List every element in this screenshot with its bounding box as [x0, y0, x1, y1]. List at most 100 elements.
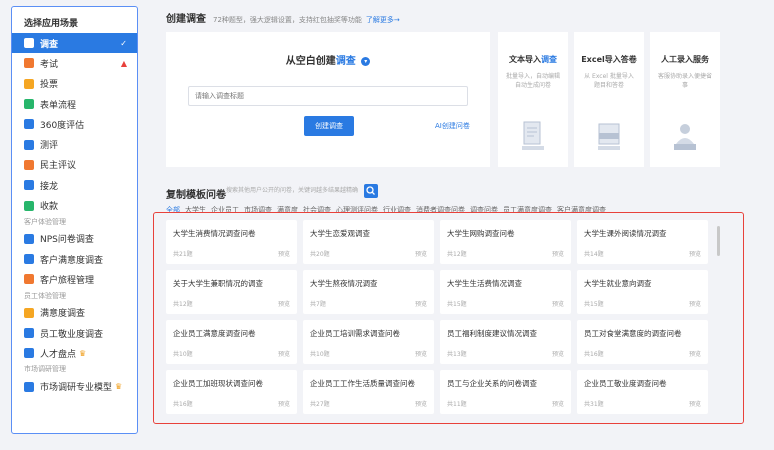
sidebar-item-label: 员工敬业度调查 [40, 329, 104, 340]
template-question-count: 共15题 [447, 301, 467, 308]
template-card[interactable]: 大学生恋爱观调查 共20题 预览 [303, 220, 434, 264]
text-import-title: 文本导入调查 [498, 54, 568, 65]
template-card[interactable]: 大学生熬夜情况调查 共7题 预览 [303, 270, 434, 314]
sidebar-item-customer-1[interactable]: 客户满意度调查 [12, 249, 137, 269]
template-tag[interactable]: 员工满意度调查 [503, 206, 552, 214]
template-card[interactable]: 企业员工满意度调查问卷 共10题 预览 [166, 320, 297, 364]
template-preview-link[interactable]: 预览 [689, 399, 701, 408]
template-name: 大学生熬夜情况调查 [310, 279, 378, 288]
template-tag[interactable]: 市场调查 [244, 206, 272, 214]
template-card[interactable]: 大学生就业意向调查 共15题 预览 [577, 270, 708, 314]
excel-import-card[interactable]: Excel导入答卷 从 Excel 批量导入题目和答卷 [574, 32, 644, 167]
sidebar-item-market-0[interactable]: 市场调研专业模型 ♛ [12, 376, 137, 396]
sidebar-item-main-2[interactable]: 投票 [12, 74, 137, 94]
sidebar-item-main-0[interactable]: 调查 ✓ [12, 33, 137, 54]
template-name: 员工福利制度建议情况调查 [447, 329, 537, 338]
template-tag[interactable]: 调查问卷 [470, 206, 498, 214]
template-tag[interactable]: 企业员工 [211, 206, 239, 214]
template-question-count: 共15题 [584, 301, 604, 308]
sidebar-item-label: 调查 [40, 39, 59, 50]
template-question-count: 共14题 [584, 251, 604, 258]
learn-more-link[interactable]: 了解更多→ [366, 15, 400, 25]
template-card[interactable]: 员工福利制度建议情况调查 共13题 预览 [440, 320, 571, 364]
template-name: 大学生恋爱观调查 [310, 229, 370, 238]
template-tag[interactable]: 社会调查 [303, 206, 331, 214]
template-preview-link[interactable]: 预览 [415, 299, 427, 308]
chevron-down-icon[interactable]: ▾ [361, 56, 371, 66]
template-preview-link[interactable]: 预览 [552, 249, 564, 258]
template-preview-link[interactable]: 预览 [689, 349, 701, 358]
sidebar-item-main-5[interactable]: 测评 [12, 134, 137, 154]
sidebar-item-label: 客户旅程管理 [40, 275, 95, 286]
manual-entry-title-text: 人工录入服务 [661, 55, 709, 64]
sidebar-item-label: 360度评估 [40, 120, 85, 131]
template-preview-link[interactable]: 预览 [278, 249, 290, 258]
template-preview-link[interactable]: 预览 [689, 249, 701, 258]
template-scrollbar[interactable] [716, 220, 721, 430]
exam-icon [24, 58, 34, 69]
template-name: 企业员工工作生活质量调查问卷 [310, 379, 415, 388]
template-preview-link[interactable]: 预览 [278, 399, 290, 408]
sidebar-item-main-7[interactable]: 接龙 [12, 175, 137, 195]
template-tag[interactable]: 客户满意度调查 [557, 206, 606, 214]
sidebar-item-employee-2[interactable]: 人才盘点 ♛ [12, 343, 137, 363]
template-search-button[interactable] [364, 184, 378, 198]
template-card[interactable]: 大学生课外阅读情况调查 共14题 预览 [577, 220, 708, 264]
template-card[interactable]: 企业员工工作生活质量调查问卷 共27题 预览 [303, 370, 434, 414]
template-tag[interactable]: 满意度 [277, 206, 298, 214]
template-card[interactable]: 员工与企业关系的问卷调查 共11题 预览 [440, 370, 571, 414]
sidebar-item-main-8[interactable]: 收款 [12, 195, 137, 215]
template-preview-link[interactable]: 预览 [415, 349, 427, 358]
template-preview-link[interactable]: 预览 [689, 299, 701, 308]
check-icon: ✓ [120, 38, 127, 48]
template-tag[interactable]: 大学生 [185, 206, 206, 214]
template-card[interactable]: 企业员工培训需求调查问卷 共10题 预览 [303, 320, 434, 364]
template-question-count: 共13题 [447, 351, 467, 358]
manual-entry-card[interactable]: 人工录入服务 客服协助录入便捷省事 [650, 32, 720, 167]
sidebar-item-employee-1[interactable]: 员工敬业度调查 [12, 323, 137, 343]
text-import-icon [522, 121, 544, 150]
template-preview-link[interactable]: 预览 [415, 399, 427, 408]
sidebar-group-market: 市场调研管理 [24, 365, 66, 374]
template-preview-link[interactable]: 预览 [552, 399, 564, 408]
template-preview-link[interactable]: 预览 [415, 249, 427, 258]
template-preview-link[interactable]: 预览 [552, 299, 564, 308]
template-card[interactable]: 关于大学生兼职情况的调查 共12题 预览 [166, 270, 297, 314]
sidebar-item-main-6[interactable]: 民主评议 [12, 155, 137, 175]
sidebar-item-employee-0[interactable]: 满意度调查 [12, 303, 137, 323]
blank-create-title[interactable]: 从空白创建调查 ▾ [166, 52, 490, 67]
text-import-card[interactable]: 文本导入调查 批量导入，自动编辑自动生成问卷 [498, 32, 568, 167]
sidebar-item-label: 民主评议 [40, 161, 77, 172]
create-section-header: 创建调查 72种题型，强大逻辑设置，支持红包抽奖等功能 了解更多→ [166, 10, 400, 25]
template-card[interactable]: 大学生生活费情况调查 共15题 预览 [440, 270, 571, 314]
sidebar-item-label: 满意度调查 [40, 309, 86, 320]
template-search-input[interactable]: 搜索其他用户公开的问卷，关键词越多结果越精确 [222, 183, 362, 199]
template-preview-link[interactable]: 预览 [278, 349, 290, 358]
template-card[interactable]: 大学生网购调查问卷 共12题 预览 [440, 220, 571, 264]
sidebar-item-main-3[interactable]: 表单流程 [12, 94, 137, 114]
template-preview-link[interactable]: 预览 [552, 349, 564, 358]
ai-create-link[interactable]: AI创建问卷 [435, 121, 470, 131]
blank-create-type: 调查 [335, 56, 356, 67]
template-preview-link[interactable]: 预览 [278, 299, 290, 308]
sidebar-item-main-4[interactable]: 360度评估 [12, 114, 137, 134]
template-tag[interactable]: 行业调查 [383, 206, 411, 214]
sidebar-item-customer-2[interactable]: 客户旅程管理 [12, 269, 137, 289]
template-card[interactable]: 大学生消费情况调查问卷 共21题 预览 [166, 220, 297, 264]
create-survey-button[interactable]: 创建调查 [304, 116, 354, 136]
template-card[interactable]: 员工对食堂满意度的调查问卷 共16题 预览 [577, 320, 708, 364]
sidebar-item-customer-0[interactable]: NPS问卷调查 [12, 229, 137, 249]
sidebar-item-label: 考试 [40, 59, 59, 70]
survey-title-input[interactable] [188, 86, 468, 106]
template-card[interactable]: 企业员工敬业度调查问卷 共31题 预览 [577, 370, 708, 414]
sidebar-item-main-1[interactable]: 考试 ▲ [12, 53, 137, 73]
scrollbar-thumb[interactable] [717, 226, 720, 256]
template-tag[interactable]: 消费者调查问卷 [416, 206, 465, 214]
crown-icon: ♛ [79, 348, 87, 358]
sidebar-item-label: NPS问卷调查 [40, 235, 94, 246]
sidebar-item-label: 表单流程 [40, 100, 77, 111]
template-card[interactable]: 企业员工加班现状调查问卷 共16题 预览 [166, 370, 297, 414]
template-tag[interactable]: 全部 [166, 206, 180, 214]
excel-import-icon [598, 123, 620, 150]
template-tag[interactable]: 心理测评问卷 [336, 206, 378, 214]
